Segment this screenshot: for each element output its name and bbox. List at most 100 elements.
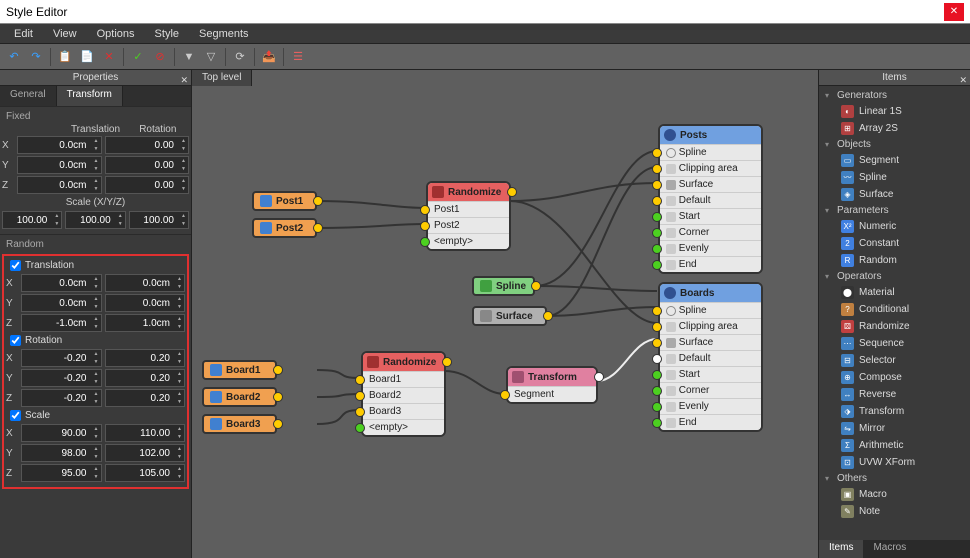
item-segment[interactable]: ▭Segment: [819, 152, 970, 169]
copy-button[interactable]: 📋: [55, 47, 75, 67]
rand-sz2-input[interactable]: 105.00: [105, 464, 186, 482]
menu-segments[interactable]: Segments: [189, 26, 259, 42]
node-post1[interactable]: Post1: [252, 191, 317, 211]
rand-tx1-input[interactable]: 0.0cm: [21, 274, 102, 292]
export-button[interactable]: 📤: [259, 47, 279, 67]
item-note[interactable]: ✎Note: [819, 503, 970, 520]
fixed-sy-input[interactable]: 100.00: [65, 211, 125, 229]
node-post2[interactable]: Post2: [252, 218, 317, 238]
rand-sx1-input[interactable]: 90.00: [21, 424, 102, 442]
rand-sx2-input[interactable]: 110.00: [105, 424, 186, 442]
random-translation-check[interactable]: [10, 260, 21, 271]
delete-button[interactable]: ✕: [99, 47, 119, 67]
fixed-rz-input[interactable]: 0.00: [105, 176, 190, 194]
btab-items[interactable]: Items: [819, 540, 863, 558]
node-board1[interactable]: Board1: [202, 360, 277, 380]
item-constant[interactable]: 2Constant: [819, 235, 970, 252]
undo-button[interactable]: ↶: [4, 47, 24, 67]
node-board2[interactable]: Board2: [202, 387, 277, 407]
node-transform[interactable]: Transform Segment: [506, 366, 598, 404]
filter1-button[interactable]: ▼: [179, 47, 199, 67]
rand-sy1-input[interactable]: 98.00: [21, 444, 102, 462]
item-numeric[interactable]: X²Numeric: [819, 218, 970, 235]
apply-button[interactable]: ✓: [128, 47, 148, 67]
node-boards[interactable]: Boards Spline Clipping area Surface Defa…: [658, 282, 763, 432]
item-material[interactable]: ⬤Material: [819, 284, 970, 301]
col-translation: Translation: [64, 124, 126, 135]
menu-style[interactable]: Style: [145, 26, 189, 42]
rand-tx2-input[interactable]: 0.0cm: [105, 274, 186, 292]
menu-options[interactable]: Options: [87, 26, 145, 42]
rand-ty1-input[interactable]: 0.0cm: [21, 294, 102, 312]
cat-generators[interactable]: ▾Generators: [819, 88, 970, 103]
node-randomize2[interactable]: Randomize Board1 Board2 Board3 <empty>: [361, 351, 446, 437]
menubar: Edit View Options Style Segments: [0, 24, 970, 44]
node-randomize1[interactable]: Randomize Post1 Post2 <empty>: [426, 181, 511, 251]
item-macro[interactable]: ▣Macro: [819, 486, 970, 503]
rand-rx1-input[interactable]: -0.20: [21, 349, 102, 367]
item-conditional[interactable]: ?Conditional: [819, 301, 970, 318]
rand-ry1-input[interactable]: -0.20: [21, 369, 102, 387]
cat-objects[interactable]: ▾Objects: [819, 137, 970, 152]
cancel-button[interactable]: ⊘: [150, 47, 170, 67]
node-posts[interactable]: Posts Spline Clipping area Surface Defau…: [658, 124, 763, 274]
rand-rz1-input[interactable]: -0.20: [21, 389, 102, 407]
cat-others[interactable]: ▾Others: [819, 471, 970, 486]
item-uvwxform[interactable]: ⊡UVW XForm: [819, 454, 970, 471]
items-header: Items ✕: [819, 70, 970, 86]
cat-operators[interactable]: ▾Operators: [819, 269, 970, 284]
random-scale-check[interactable]: [10, 410, 21, 421]
cat-parameters[interactable]: ▾Parameters: [819, 203, 970, 218]
item-sequence[interactable]: ⋯Sequence: [819, 335, 970, 352]
col-rotation: Rotation: [127, 124, 189, 135]
btab-macros[interactable]: Macros: [863, 540, 916, 558]
item-spline[interactable]: 〰Spline: [819, 169, 970, 186]
rand-tz2-input[interactable]: 1.0cm: [105, 314, 186, 332]
redo-button[interactable]: ↷: [26, 47, 46, 67]
paste-button[interactable]: 📄: [77, 47, 97, 67]
rand-sy2-input[interactable]: 102.00: [105, 444, 186, 462]
rand-ry2-input[interactable]: 0.20: [105, 369, 186, 387]
node-spline[interactable]: Spline: [472, 276, 535, 296]
menu-edit[interactable]: Edit: [4, 26, 43, 42]
items-panel: Items ✕ ▾Generators ◐Linear 1S ⊞Array 2S…: [818, 70, 970, 558]
node-canvas[interactable]: Top level Post1 Post2 Boa: [192, 70, 818, 558]
list-button[interactable]: ☰: [288, 47, 308, 67]
rand-rz2-input[interactable]: 0.20: [105, 389, 186, 407]
item-reverse[interactable]: ↔Reverse: [819, 386, 970, 403]
rand-ty2-input[interactable]: 0.0cm: [105, 294, 186, 312]
toolbar: ↶ ↷ 📋 📄 ✕ ✓ ⊘ ▼ ▽ ⟳ 📤 ☰: [0, 44, 970, 70]
fixed-tz-input[interactable]: 0.0cm: [17, 176, 102, 194]
rand-tz1-input[interactable]: -1.0cm: [21, 314, 102, 332]
items-close-icon[interactable]: ✕: [959, 72, 967, 88]
item-surface[interactable]: ◈Surface: [819, 186, 970, 203]
node-board3[interactable]: Board3: [202, 414, 277, 434]
properties-close-icon[interactable]: ✕: [180, 72, 188, 88]
filter2-button[interactable]: ▽: [201, 47, 221, 67]
fixed-rx-input[interactable]: 0.00: [105, 136, 190, 154]
tab-general[interactable]: General: [0, 86, 57, 106]
fixed-sx-input[interactable]: 100.00: [2, 211, 62, 229]
fixed-tx-input[interactable]: 0.0cm: [17, 136, 102, 154]
item-randomize[interactable]: ⚄Randomize: [819, 318, 970, 335]
item-transform[interactable]: ⬗Transform: [819, 403, 970, 420]
tab-transform[interactable]: Transform: [57, 86, 123, 106]
item-random[interactable]: RRandom: [819, 252, 970, 269]
refresh-button[interactable]: ⟳: [230, 47, 250, 67]
item-compose[interactable]: ⊕Compose: [819, 369, 970, 386]
fixed-sz-input[interactable]: 100.00: [129, 211, 189, 229]
fixed-ty-input[interactable]: 0.0cm: [17, 156, 102, 174]
item-linear1s[interactable]: ◐Linear 1S: [819, 103, 970, 120]
item-array2s[interactable]: ⊞Array 2S: [819, 120, 970, 137]
canvas-tab-toplevel[interactable]: Top level: [192, 70, 252, 86]
node-surface[interactable]: Surface: [472, 306, 547, 326]
item-arithmetic[interactable]: ΣArithmetic: [819, 437, 970, 454]
random-rotation-check[interactable]: [10, 335, 21, 346]
item-selector[interactable]: ⊟Selector: [819, 352, 970, 369]
menu-view[interactable]: View: [43, 26, 87, 42]
fixed-ry-input[interactable]: 0.00: [105, 156, 190, 174]
rand-rx2-input[interactable]: 0.20: [105, 349, 186, 367]
item-mirror[interactable]: ⇋Mirror: [819, 420, 970, 437]
rand-sz1-input[interactable]: 95.00: [21, 464, 102, 482]
close-button[interactable]: ✕: [944, 3, 964, 21]
